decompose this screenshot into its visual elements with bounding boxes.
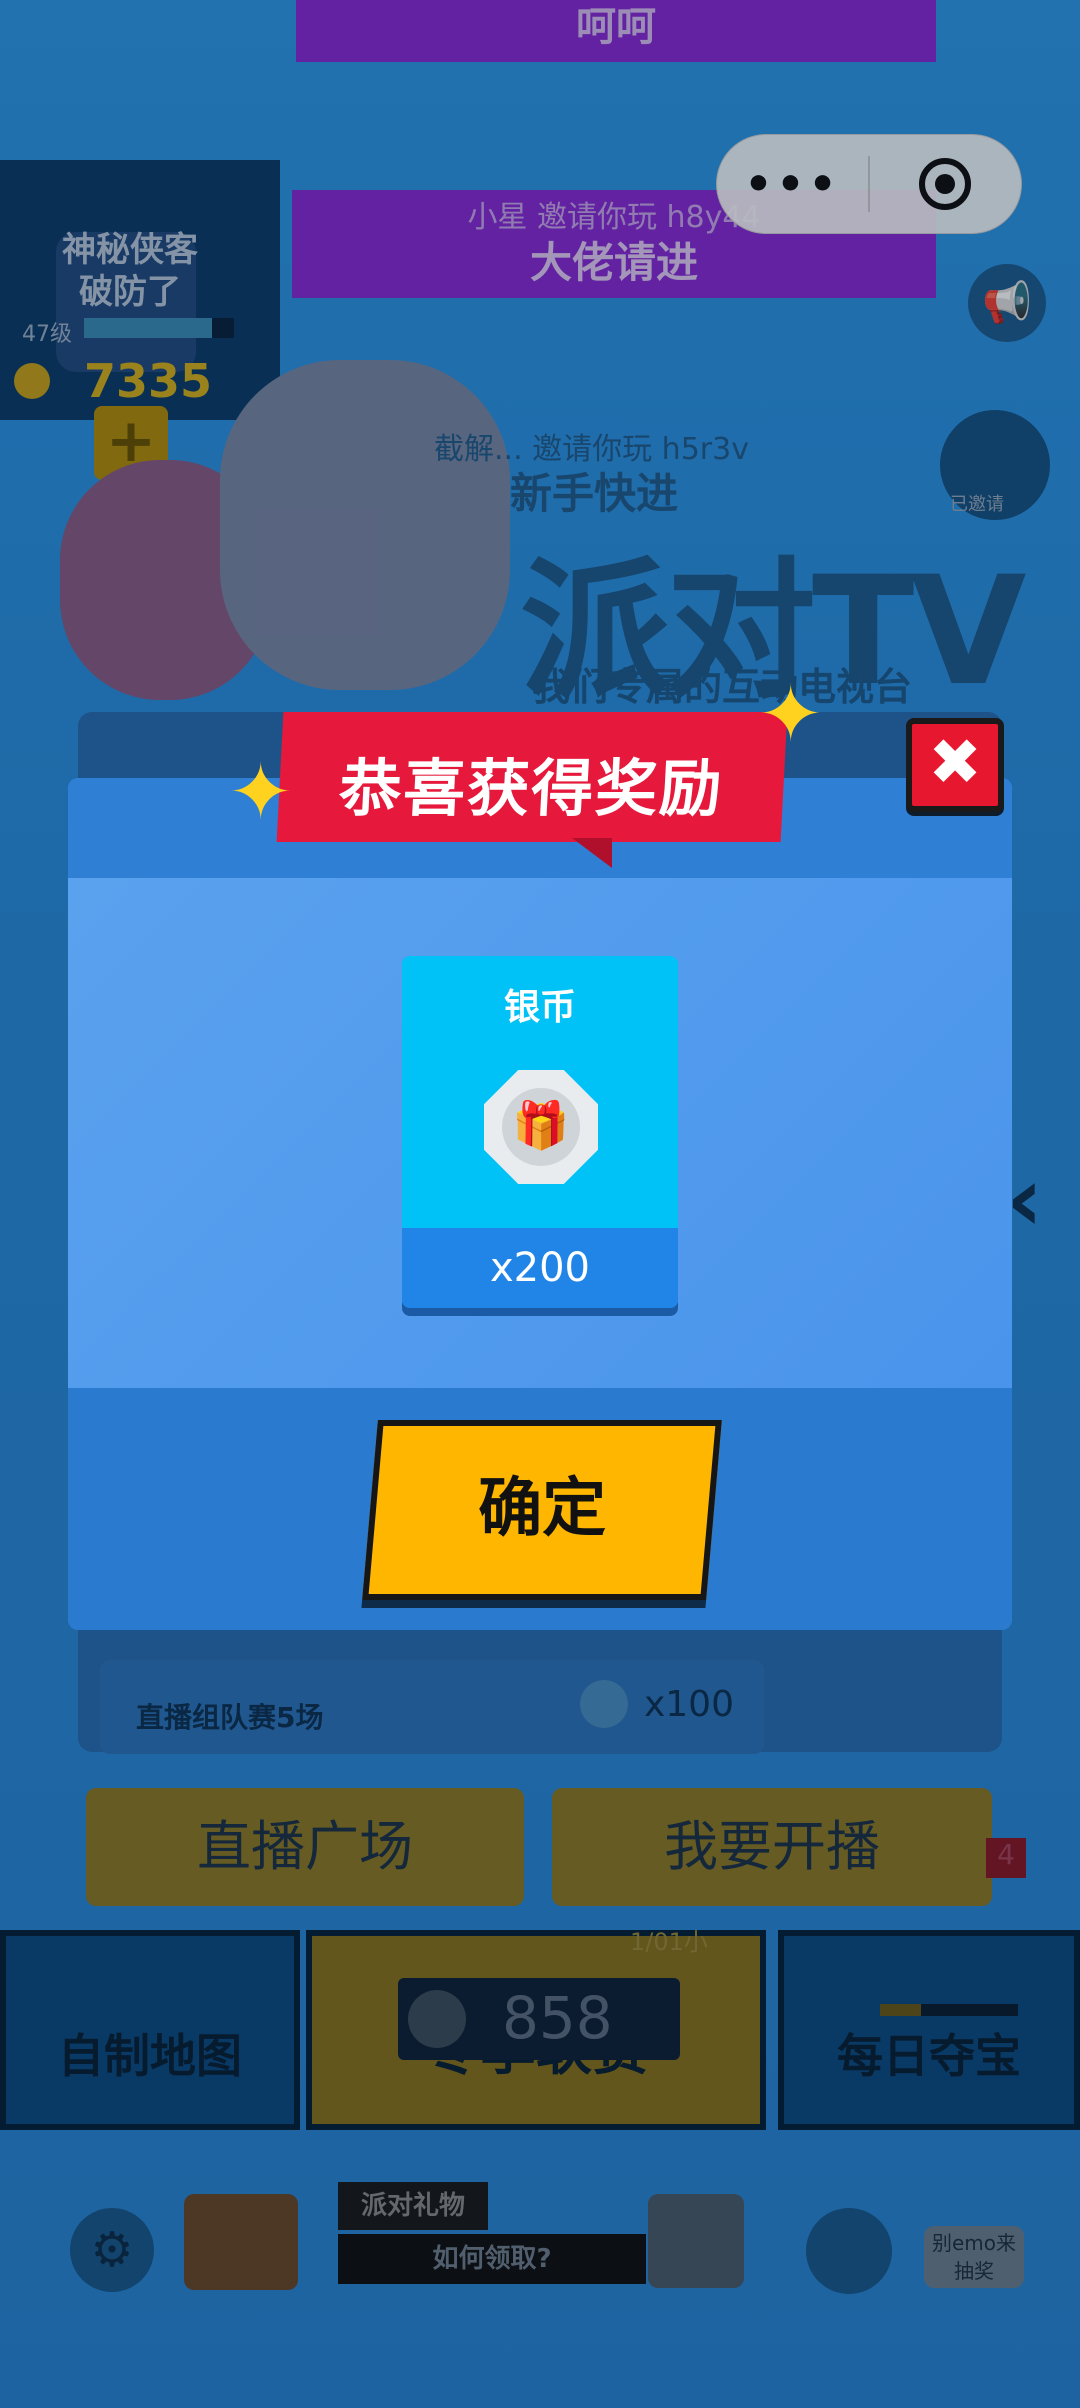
sparkle-icon: ✦ (758, 670, 824, 760)
title-banner-tail (572, 838, 612, 868)
reward-item-name: 银币 (503, 987, 576, 1028)
gift-icon: 🎁 (512, 1098, 570, 1152)
confirm-label: 确定 (478, 1472, 607, 1546)
modal-title-banner: 恭喜获得奖励 (276, 712, 788, 842)
sparkle-icon: ✦ (228, 748, 294, 838)
confirm-button[interactable]: 确定 (362, 1420, 722, 1600)
reward-item-card: 银币 🎁 x200 (402, 956, 678, 1308)
silver-coin-icon: 🎁 (484, 1070, 598, 1184)
reward-quantity: x200 (402, 1228, 678, 1308)
modal-title: 恭喜获得奖励 (337, 752, 726, 825)
modal-close-button[interactable]: ✖ (906, 718, 1004, 812)
